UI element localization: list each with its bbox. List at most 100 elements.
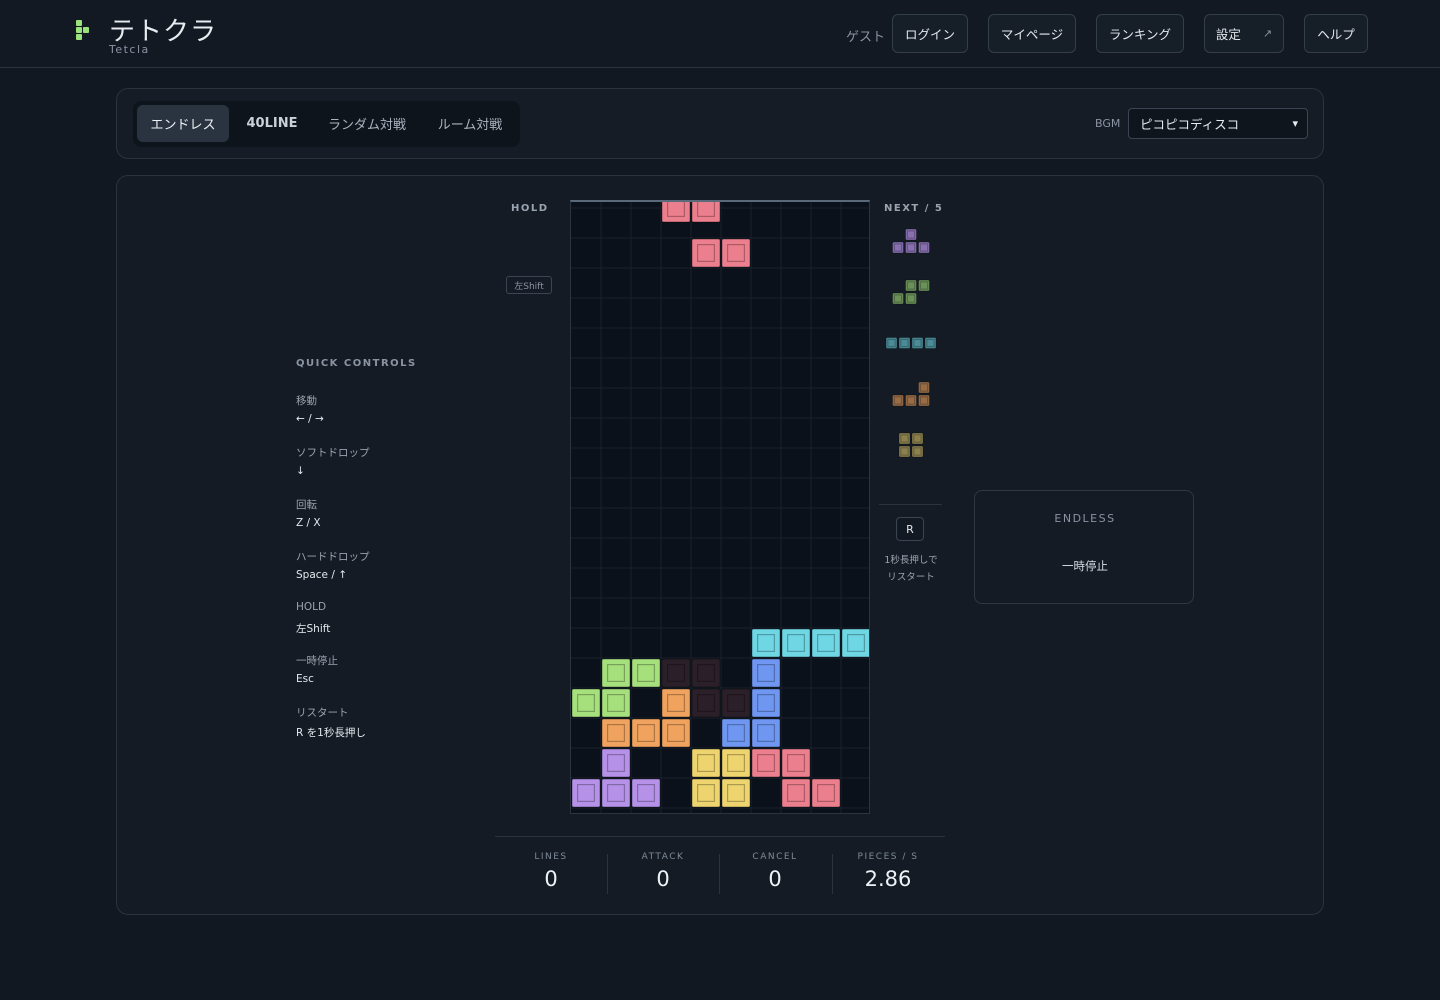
next-title: NEXT / 5 [884,203,944,214]
locked-block-S [571,688,601,718]
locked-block-L [661,688,691,718]
locked-block-L [661,718,691,748]
next-piece-O [898,432,924,458]
stat-attack: ATTACK 0 [607,852,719,891]
top-header: テトクラ Tetcla ゲスト ログイン マイページ ランキング 設定 ↗ ヘル… [0,0,1440,68]
tab-40line[interactable]: 40LINE [234,105,310,142]
locked-block-S [631,658,661,688]
control-move-label: 移動 [296,395,317,407]
tab-room-battle[interactable]: ルーム対戦 [424,105,516,142]
ranking-button[interactable]: ランキング [1096,14,1184,53]
locked-block-Z [751,748,781,778]
mode-status-text[interactable]: 一時停止 [975,558,1195,574]
control-softdrop-value: ↓ [296,465,305,477]
next-block [905,394,917,407]
control-softdrop-label: ソフトドロップ [296,447,370,459]
locked-block-J [751,718,781,748]
restart-hint-line2: リスタート [887,572,935,583]
stat-pps-value: 2.86 [864,867,912,891]
control-hold-label: HOLD [296,601,327,613]
next-piece-I [885,337,937,349]
next-block [924,337,937,349]
locked-block-Z [811,778,841,808]
active-piece-block [691,202,721,223]
next-block [905,279,917,292]
next-block [892,394,904,407]
restart-key[interactable]: R [896,517,924,541]
help-button[interactable]: ヘルプ [1304,14,1368,53]
stat-pps-label: PIECES / S [857,852,919,862]
locked-block-T [631,778,661,808]
locked-block-T [601,778,631,808]
mode-bar: エンドレス 40LINE ランダム対戦 ルーム対戦 BGM ピコピコディスコ ▾ [116,88,1324,159]
stat-lines: LINES 0 [495,852,607,891]
control-restart-value: R を1秒長押し [296,727,366,739]
app-subtitle: Tetcla [109,43,150,56]
next-block [918,381,930,394]
next-queue [885,228,937,458]
stat-attack-label: ATTACK [641,852,685,862]
stat-cancel-label: CANCEL [752,852,798,862]
locked-block-S [601,658,631,688]
mode-status-card: ENDLESS 一時停止 [974,490,1194,604]
locked-block-I [841,628,869,658]
quick-controls-title: QUICK CONTROLS [296,358,417,369]
locked-block-Z [781,778,811,808]
logo-icon [76,20,94,48]
board-canvas [571,202,869,813]
stat-lines-value: 0 [544,867,558,891]
login-button[interactable]: ログイン [892,14,968,53]
bgm-label: BGM [1095,117,1121,130]
chevron-down-icon: ▾ [1292,117,1298,130]
locked-block-J [751,688,781,718]
stat-lines-label: LINES [534,852,568,862]
next-block [905,241,917,254]
tab-endless[interactable]: エンドレス [137,105,229,142]
control-rotate-value: Z / X [296,517,321,529]
stat-cancel-value: 0 [768,867,782,891]
locked-block-I [781,628,811,658]
garbage-block [661,658,691,688]
game-board [570,200,870,814]
mode-tabs: エンドレス 40LINE ランダム対戦 ルーム対戦 [133,101,520,147]
ranking-button-label: ランキング [1108,27,1172,42]
control-harddrop-label: ハードドロップ [296,551,370,563]
next-block [898,432,911,445]
stat-cancel: CANCEL 0 [719,852,831,891]
next-block [898,337,911,349]
settings-button-label: 設定 [1215,27,1241,42]
next-block [911,337,924,349]
control-restart-label: リスタート [296,707,349,719]
hold-key-hint: 左Shift [506,276,552,294]
garbage-block [721,688,751,718]
locked-block-L [631,718,661,748]
locked-block-I [811,628,841,658]
locked-block-L [601,718,631,748]
locked-block-J [721,718,751,748]
control-pause-value: Esc [296,673,314,685]
locked-block-O [721,748,751,778]
control-move-value: ← / → [296,413,324,425]
next-piece-S [892,279,930,305]
active-piece-block [721,238,751,268]
locked-block-T [601,748,631,778]
next-block [898,445,911,458]
next-block [918,241,930,254]
bgm-select[interactable]: ピコピコディスコ ▾ [1128,108,1308,139]
restart-hint-line1: 1秒長押しで [884,555,938,566]
next-block [905,292,917,305]
tab-random-battle[interactable]: ランダム対戦 [315,105,419,142]
control-rotate-label: 回転 [296,499,317,511]
locked-block-I [751,628,781,658]
stats-divider [495,836,945,837]
help-button-label: ヘルプ [1317,27,1355,42]
guest-label: ゲスト [846,30,886,45]
mode-status-title: ENDLESS [1054,512,1116,525]
next-block [885,337,898,349]
mypage-button[interactable]: マイページ [988,14,1076,53]
locked-block-S [601,688,631,718]
locked-block-J [751,658,781,688]
external-link-icon: ↗ [1262,27,1273,40]
locked-block-O [691,778,721,808]
settings-button[interactable]: 設定 ↗ [1204,14,1284,53]
